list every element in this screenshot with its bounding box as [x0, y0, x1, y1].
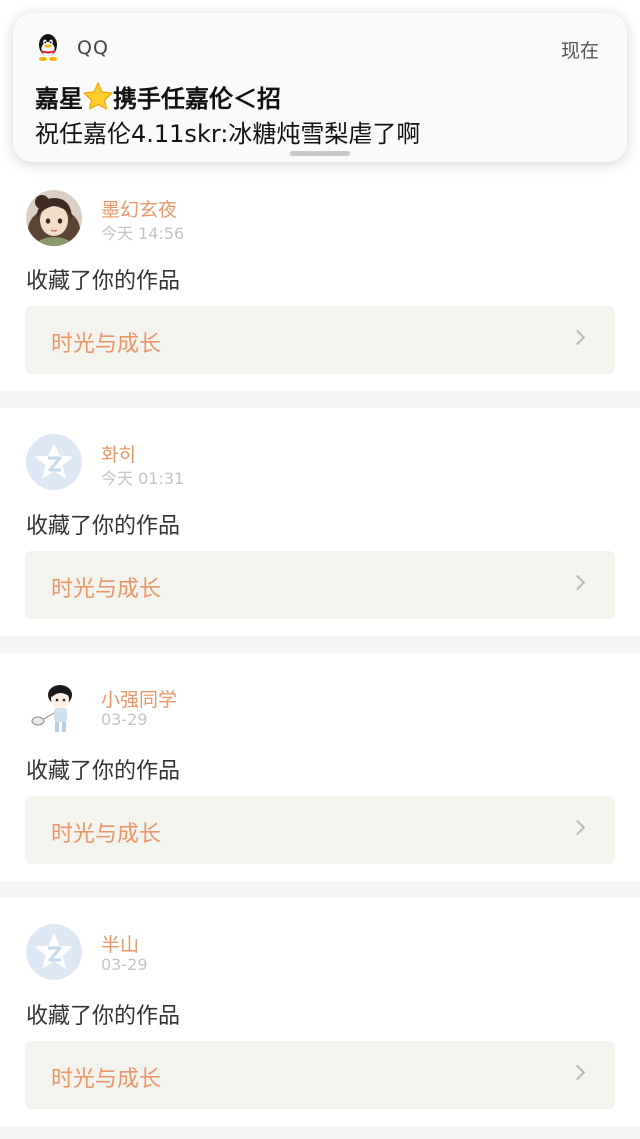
action-text: 收藏了你的作品 [26, 514, 181, 539]
timestamp: 今天 01:31 [101, 469, 185, 488]
timestamp: 03-29 [101, 710, 148, 729]
action-text: 收藏了你的作品 [26, 759, 181, 784]
feed-item: 화히 今天 01:31 收藏了你的作品 时光与成长 [0, 408, 640, 636]
user-name[interactable]: 墨幻玄夜 [101, 195, 177, 222]
notification-banner[interactable]: QQ 现在 嘉星 携手任嘉伦＜招 祝任嘉伦4.11skr:冰糖炖雪梨虐了啊 [13, 13, 627, 162]
work-link[interactable]: 时光与成长 [25, 551, 615, 619]
qq-penguin-icon [35, 32, 61, 62]
work-link[interactable]: 时光与成长 [25, 796, 615, 864]
notification-time: 现在 [560, 40, 599, 62]
timestamp: 03-29 [101, 955, 148, 974]
avatar[interactable] [26, 190, 82, 246]
chevron-right-icon [569, 1064, 586, 1081]
work-title: 时光与成长 [51, 332, 162, 357]
avatar[interactable] [26, 434, 82, 490]
action-text: 收藏了你的作品 [26, 269, 181, 294]
notification-body: 祝任嘉伦4.11skr:冰糖炖雪梨虐了啊 [35, 120, 421, 148]
notification-title-start: 嘉星 [35, 85, 83, 113]
feed-item: 小强同学 03-29 收藏了你的作品 时光与成长 [0, 653, 640, 881]
notification-title-end: 携手任嘉伦＜招 [113, 85, 281, 113]
avatar[interactable] [26, 679, 82, 735]
work-title: 时光与成长 [51, 822, 162, 847]
user-name[interactable]: 화히 [101, 440, 136, 467]
app-name: QQ [77, 37, 109, 59]
page: 墨幻玄夜 今天 14:56 收藏了你的作品 时光与成长 화히 今天 01:31 … [0, 0, 640, 1139]
work-title: 时光与成长 [51, 577, 162, 602]
timestamp: 今天 14:56 [101, 224, 185, 243]
star-emoji-icon [83, 82, 113, 116]
work-link[interactable]: 时光与成长 [25, 1041, 615, 1109]
work-link[interactable]: 时光与成长 [25, 306, 615, 374]
user-name[interactable]: 小强同学 [101, 685, 177, 712]
avatar[interactable] [26, 924, 82, 980]
chevron-right-icon [569, 574, 586, 591]
feed-item: 半山 03-29 收藏了你的作品 时光与成长 [0, 898, 640, 1126]
chevron-right-icon [569, 329, 586, 346]
drag-handle[interactable] [290, 151, 350, 156]
action-text: 收藏了你的作品 [26, 1004, 181, 1029]
work-title: 时光与成长 [51, 1067, 162, 1092]
user-name[interactable]: 半山 [101, 930, 139, 957]
chevron-right-icon [569, 819, 586, 836]
notification-title: 嘉星 携手任嘉伦＜招 [35, 79, 281, 116]
